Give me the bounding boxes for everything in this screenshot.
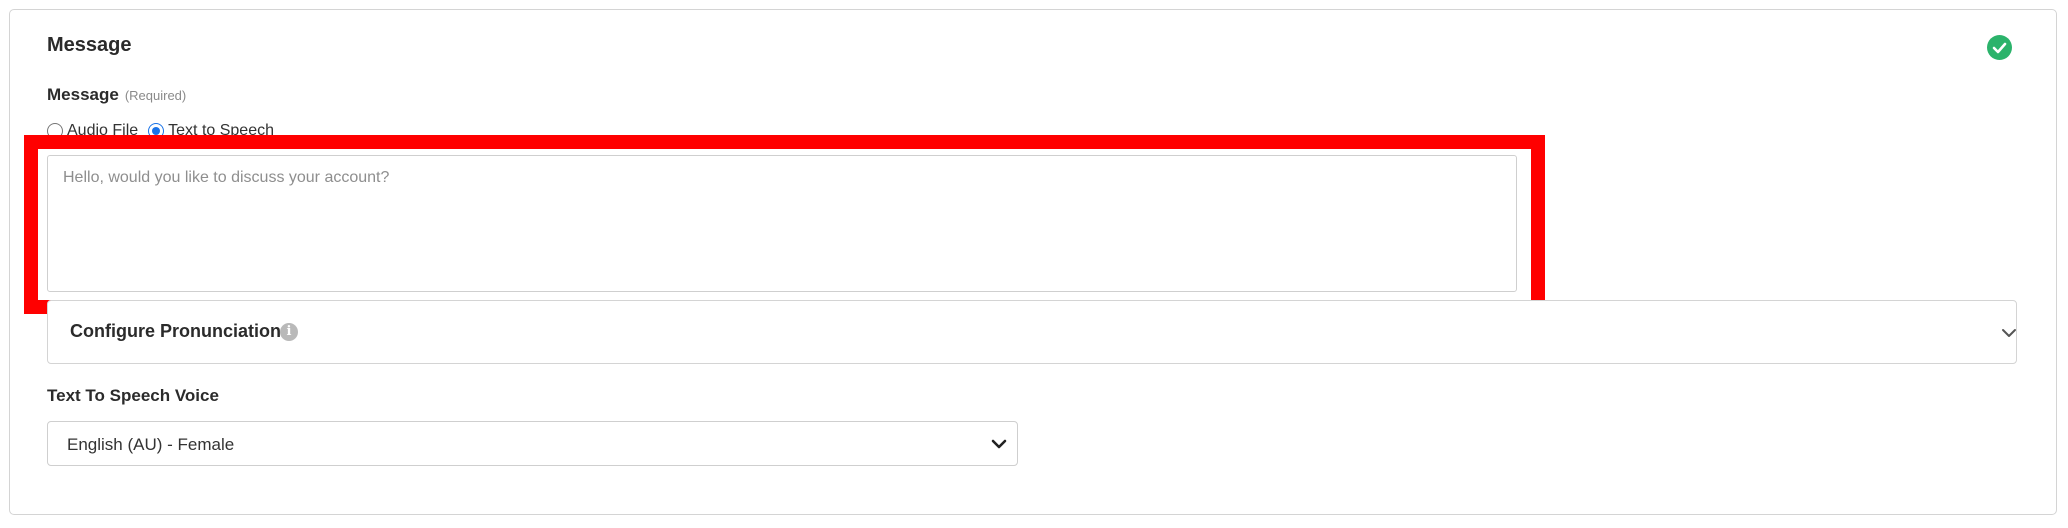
accordion-title: Configure Pronunciation	[70, 321, 281, 341]
radio-text-to-speech-label[interactable]: Text to Speech	[168, 122, 274, 140]
voice-select-value: English (AU) - Female	[67, 435, 235, 454]
configure-pronunciation-accordion[interactable]: Configure Pronunciation i	[47, 300, 2017, 364]
radio-text-to-speech[interactable]	[148, 123, 165, 139]
voice-select[interactable]: English (AU) - Female	[47, 421, 1018, 466]
message-field-label: Message (Required)	[47, 85, 186, 105]
radio-audio-file-label[interactable]: Audio File	[67, 122, 138, 140]
section-title: Message	[47, 34, 132, 56]
radio-audio-file[interactable]	[47, 123, 63, 139]
info-icon[interactable]: i	[280, 323, 298, 341]
message-label-text: Message	[47, 85, 119, 104]
required-note: (Required)	[124, 88, 187, 103]
chevron-down-icon[interactable]	[988, 433, 1010, 455]
chevron-down-icon[interactable]	[1997, 321, 2021, 345]
message-type-radio-group: Audio File Text to Speech	[47, 120, 284, 142]
message-textarea[interactable]	[47, 155, 1517, 292]
voice-field-label: Text To Speech Voice	[47, 386, 219, 405]
check-circle-icon	[1987, 35, 2012, 60]
